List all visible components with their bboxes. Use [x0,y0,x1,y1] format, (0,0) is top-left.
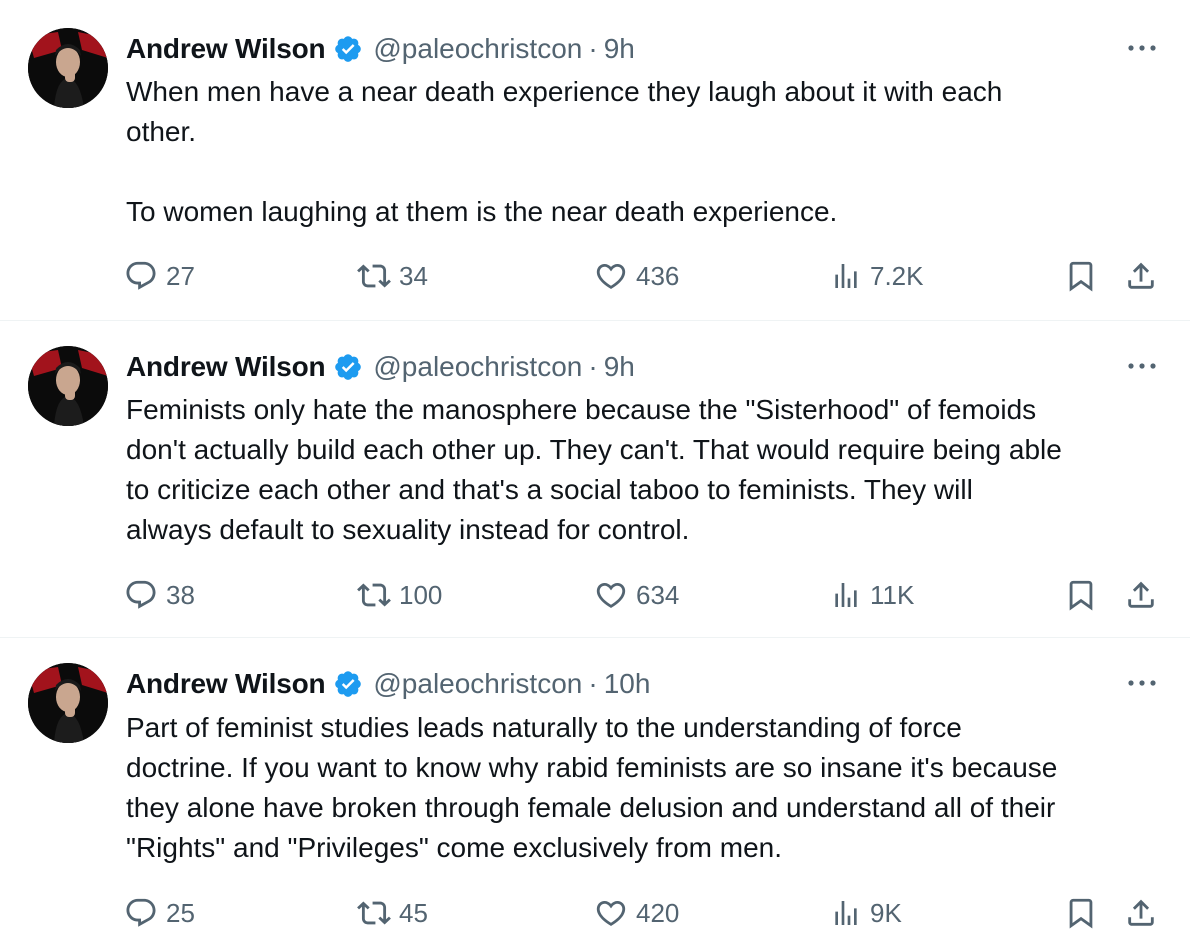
like-button[interactable]: 634 [594,575,679,615]
reply-count: 25 [166,897,195,928]
views-button[interactable]: 11K [830,575,914,615]
like-count: 634 [636,579,680,610]
timestamp[interactable]: 9h [604,33,635,65]
upload-share-icon [1128,262,1154,289]
upload-share-icon [1128,581,1154,608]
upload-share-icon [1128,899,1154,926]
author-handle[interactable]: @paleochristcon [373,668,582,700]
author-handle[interactable]: @paleochristcon [373,33,582,65]
author-handle[interactable]: @paleochristcon [373,351,582,383]
retweet-count: 100 [399,579,443,610]
tweet[interactable]: Andrew Wilson @paleochristcon · 9h Femin… [0,321,1190,637]
bookmark-icon [1069,898,1093,929]
tweet-text: When men have a near death experience th… [126,76,1003,227]
tweet[interactable]: Andrew Wilson @paleochristcon · 9h When … [0,0,1190,320]
views-button[interactable]: 7.2K [830,256,924,296]
tweet-header: Andrew Wilson @paleochristcon · 9h [126,30,635,68]
share-button[interactable] [1124,893,1158,933]
action-bar: 27 34 436 7.2K [0,256,1190,296]
timestamp[interactable]: 10h [604,668,651,700]
tweet-text: Feminists only hate the manosphere becau… [126,394,1062,545]
heart-icon [596,900,626,926]
reply-button[interactable]: 27 [124,256,195,296]
avatar[interactable] [28,28,108,108]
like-count: 420 [636,897,680,928]
bookmark-button[interactable] [1064,575,1098,615]
author-name[interactable]: Andrew Wilson [126,668,326,700]
reply-button[interactable]: 25 [124,893,195,933]
speech-bubble-icon [126,261,156,290]
view-count: 11K [870,579,915,610]
share-button[interactable] [1124,575,1158,615]
like-count: 436 [636,260,680,291]
retweet-arrows-icon [357,901,391,925]
ellipsis-icon [1128,45,1156,51]
retweet-count: 34 [399,260,428,291]
tweet-header: Andrew Wilson @paleochristcon · 9h [126,348,635,386]
retweet-arrows-icon [357,583,391,607]
retweet-button[interactable]: 45 [357,893,428,933]
heart-icon [596,582,626,608]
like-button[interactable]: 420 [594,893,679,933]
speech-bubble-icon [126,898,156,927]
retweet-button[interactable]: 100 [357,575,442,615]
timestamp[interactable]: 9h [604,351,635,383]
reply-count: 27 [166,260,195,291]
avatar-image [28,663,108,743]
heart-icon [596,263,626,289]
more-options-button[interactable] [1120,34,1164,62]
separator-dot: · [588,668,598,699]
bookmark-icon [1069,580,1093,611]
verified-badge-icon [335,36,362,62]
bookmark-icon [1069,261,1093,292]
view-count: 7.2K [870,260,924,291]
more-options-button[interactable] [1120,669,1164,697]
avatar-image [28,28,108,108]
speech-bubble-icon [126,580,156,609]
ellipsis-icon [1128,680,1156,686]
like-button[interactable]: 436 [594,256,679,296]
retweet-count: 45 [399,897,428,928]
view-count: 9K [870,897,902,928]
bar-chart-icon [835,901,857,925]
bar-chart-icon [835,583,857,607]
action-bar: 25 45 420 9K [0,893,1190,933]
verified-badge-icon [335,354,362,380]
tweet[interactable]: Andrew Wilson @paleochristcon · 10h Part… [0,638,1190,952]
tweet-text: Part of feminist studies leads naturally… [126,712,1058,863]
avatar[interactable] [28,663,108,743]
tweet-feed: Andrew Wilson @paleochristcon · 9h When … [0,0,1190,952]
more-options-button[interactable] [1120,352,1164,380]
action-bar: 38 100 634 11K [0,575,1190,615]
ellipsis-icon [1128,363,1156,369]
retweet-arrows-icon [357,264,391,288]
separator-dot: · [588,351,598,382]
reply-button[interactable]: 38 [124,575,195,615]
views-button[interactable]: 9K [830,893,902,933]
verified-badge-icon [335,671,362,697]
share-button[interactable] [1124,256,1158,296]
reply-count: 38 [166,579,195,610]
tweet-header: Andrew Wilson @paleochristcon · 10h [126,665,650,703]
author-name[interactable]: Andrew Wilson [126,33,326,65]
bookmark-button[interactable] [1064,893,1098,933]
avatar-image [28,346,108,426]
avatar[interactable] [28,346,108,426]
separator-dot: · [588,33,598,64]
author-name[interactable]: Andrew Wilson [126,351,326,383]
bar-chart-icon [835,264,857,288]
retweet-button[interactable]: 34 [357,256,428,296]
bookmark-button[interactable] [1064,256,1098,296]
